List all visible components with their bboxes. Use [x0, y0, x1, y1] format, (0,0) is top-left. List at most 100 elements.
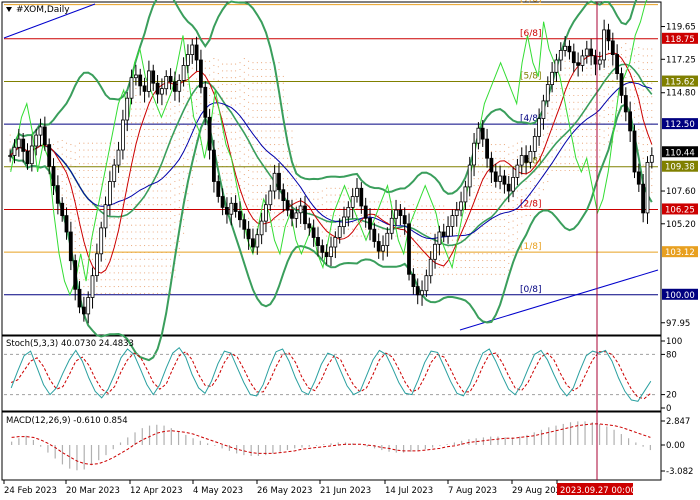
- cloud-dot: [235, 152, 237, 154]
- cloud-dot: [222, 83, 224, 86]
- cloud-dot: [105, 183, 107, 185]
- candle-body: [615, 54, 619, 75]
- cloud-dot: [560, 129, 562, 131]
- cloud-dot: [230, 90, 232, 92]
- cloud-dot: [144, 265, 146, 267]
- cloud-dot: [91, 176, 94, 178]
- cloud-dot: [152, 163, 154, 165]
- cloud-dot: [217, 120, 219, 122]
- cloud-dot: [131, 122, 133, 124]
- cloud-dot: [87, 204, 89, 206]
- cloud-dot: [282, 171, 284, 173]
- cloud-dot: [65, 169, 68, 172]
- cloud-dot: [157, 279, 159, 281]
- cloud-dot: [248, 101, 250, 103]
- cloud-dot: [586, 67, 588, 69]
- cloud-dot: [126, 156, 128, 158]
- cloud-dot: [113, 265, 115, 267]
- cloud-dot: [269, 82, 271, 84]
- cloud-dot: [230, 63, 232, 65]
- candle-body: [246, 228, 251, 240]
- cloud-dot: [87, 272, 89, 274]
- cloud-dot: [633, 116, 636, 118]
- cloud-dot: [469, 246, 471, 248]
- cloud-dot: [217, 59, 219, 61]
- cloud-dot: [187, 124, 189, 127]
- cloud-dot: [265, 164, 267, 166]
- cloud-dot: [183, 144, 185, 146]
- cloud-dot: [568, 163, 571, 165]
- cloud-dot: [187, 83, 189, 86]
- cloud-dot: [165, 265, 167, 267]
- cloud-dot: [148, 245, 150, 247]
- cloud-dot: [135, 238, 137, 240]
- cloud-dot: [170, 258, 172, 260]
- cloud-dot: [560, 142, 562, 144]
- cloud-dot: [399, 201, 401, 203]
- cloud-dot: [165, 286, 167, 288]
- cloud-dot: [131, 129, 133, 131]
- cloud-dot: [490, 232, 492, 234]
- candle-body: [485, 138, 490, 159]
- cloud-dot: [217, 114, 219, 116]
- candle-body: [220, 196, 225, 208]
- cloud-dot: [126, 176, 128, 178]
- cloud-dot: [96, 238, 98, 240]
- cloud-dot: [170, 129, 172, 131]
- cloud-dot: [183, 191, 185, 193]
- cloud-dot: [456, 266, 458, 269]
- cloud-dot: [252, 225, 254, 228]
- cloud-dot: [261, 150, 263, 152]
- cloud-dot: [170, 135, 172, 137]
- cloud-dot: [425, 246, 427, 248]
- cloud-dot: [100, 156, 102, 158]
- cloud-dot: [126, 292, 128, 294]
- cloud-dot: [148, 129, 150, 131]
- cloud-dot: [486, 273, 488, 275]
- cloud-dot: [165, 183, 167, 185]
- cloud-dot: [261, 171, 263, 173]
- cloud-dot: [295, 164, 297, 166]
- cloud-dot: [226, 77, 228, 79]
- cloud-dot: [131, 279, 133, 281]
- cloud-dot: [196, 153, 198, 155]
- cloud-dot: [148, 286, 150, 288]
- cloud-dot: [91, 183, 94, 185]
- candle-body: [190, 44, 195, 56]
- cloud-dot: [83, 217, 85, 219]
- cloud-dot: [105, 258, 107, 260]
- cloud-dot: [170, 176, 172, 178]
- cloud-dot: [265, 171, 267, 173]
- cloud-dot: [651, 116, 653, 118]
- cloud-dot: [499, 164, 501, 166]
- cloud-dot: [226, 186, 228, 188]
- cloud-dot: [495, 232, 497, 234]
- cloud-dot: [243, 174, 245, 176]
- cloud-dot: [642, 75, 644, 77]
- cloud-dot: [607, 79, 610, 81]
- macd-tick-label-0: 2.847: [666, 417, 690, 427]
- cloud-dot: [516, 210, 518, 213]
- cloud-dot: [87, 224, 89, 226]
- cloud-dot: [70, 205, 72, 207]
- cloud-dot: [135, 292, 137, 294]
- cloud-dot: [243, 58, 245, 60]
- candle-body: [415, 286, 420, 296]
- cloud-dot: [503, 239, 505, 241]
- cloud-dot: [131, 224, 133, 226]
- cloud-dot: [482, 150, 484, 152]
- cloud-dot: [148, 115, 150, 117]
- cloud-dot: [70, 219, 72, 221]
- cloud-dot: [183, 219, 185, 221]
- cloud-dot: [252, 178, 254, 180]
- current-price-tag: 110.44: [665, 148, 695, 158]
- candle-body: [368, 217, 372, 230]
- cloud-dot: [490, 191, 492, 193]
- cloud-dot: [9, 134, 11, 136]
- stoch-tick-label-3: 0: [666, 404, 671, 414]
- cloud-dot: [122, 163, 124, 165]
- cloud-dot: [113, 149, 115, 151]
- cloud-dot: [551, 101, 553, 103]
- candle-body: [38, 126, 43, 136]
- candle-body: [159, 88, 164, 95]
